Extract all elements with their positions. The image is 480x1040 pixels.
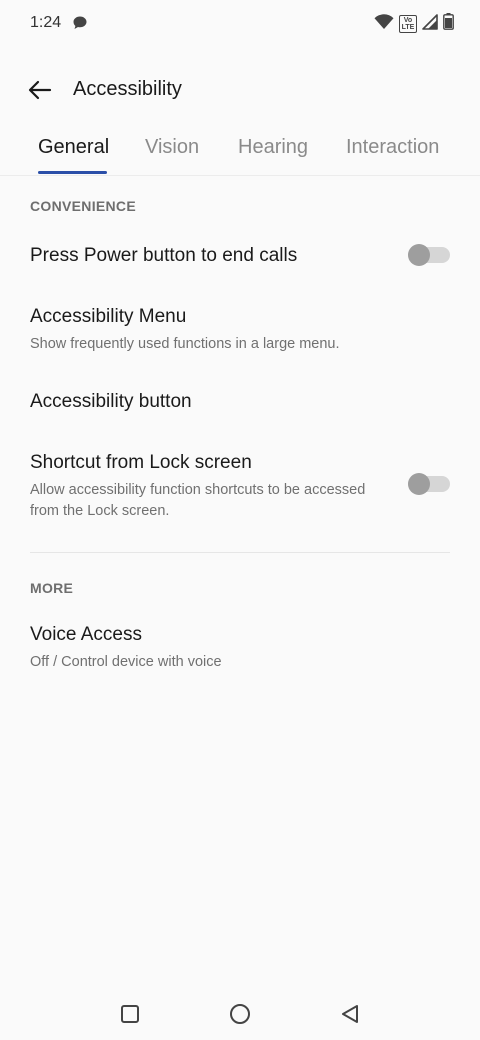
setting-title: Accessibility button [30, 391, 192, 412]
section-divider [30, 552, 450, 553]
accessibility-screen: 1:24 Vo LTE Accessibility General Vision… [0, 0, 480, 1040]
recents-square-icon [121, 1005, 139, 1023]
recents-button[interactable] [116, 1000, 144, 1028]
setting-subtitle: Show frequently used functions in a larg… [30, 336, 340, 352]
back-triangle-icon [342, 1005, 358, 1023]
setting-title: Accessibility Menu [30, 306, 187, 327]
setting-subtitle: Off / Control device with voice [30, 654, 222, 670]
setting-shortcut-lock-screen[interactable]: Shortcut from Lock screen Allow accessib… [0, 442, 480, 530]
setting-accessibility-button[interactable]: Accessibility button [0, 378, 480, 428]
home-button[interactable] [226, 1000, 254, 1028]
section-header-convenience: CONVENIENCE [30, 198, 136, 214]
message-icon [72, 15, 88, 36]
shortcut-lock-screen-toggle[interactable] [408, 473, 450, 495]
setting-title: Shortcut from Lock screen [30, 452, 252, 473]
navigation-bar [0, 988, 480, 1040]
tab-general[interactable]: General [38, 136, 109, 159]
power-end-calls-toggle[interactable] [408, 244, 450, 266]
back-nav-button[interactable] [336, 1000, 364, 1028]
section-header-more: MORE [30, 580, 74, 596]
wifi-icon [374, 13, 394, 35]
setting-press-power-end-calls[interactable]: Press Power button to end calls [0, 230, 480, 284]
status-time: 1:24 [30, 14, 62, 31]
signal-icon [422, 13, 438, 35]
setting-title: Press Power button to end calls [30, 245, 298, 266]
toggle-thumb [408, 473, 430, 495]
arrow-left-icon [28, 80, 52, 100]
app-bar: Accessibility [0, 62, 480, 118]
setting-voice-access[interactable]: Voice Access Off / Control device with v… [0, 614, 480, 680]
setting-subtitle: Allow accessibility function shortcuts t… [30, 482, 366, 519]
setting-title: Voice Access [30, 624, 142, 645]
battery-icon [443, 13, 454, 35]
volte-top-text: Vo [403, 17, 413, 24]
status-icons: Vo LTE [374, 13, 454, 35]
tab-interaction[interactable]: Interaction [346, 136, 439, 159]
active-tab-indicator [38, 171, 107, 174]
tab-vision[interactable]: Vision [145, 136, 199, 159]
setting-accessibility-menu[interactable]: Accessibility Menu Show frequently used … [0, 296, 480, 362]
toggle-thumb [408, 244, 430, 266]
volte-icon: Vo LTE [399, 15, 417, 33]
tab-bar: General Vision Hearing Interaction [0, 124, 480, 176]
page-title: Accessibility [73, 78, 182, 100]
status-bar: 1:24 Vo LTE [0, 0, 480, 46]
tab-hearing[interactable]: Hearing [238, 136, 308, 159]
volte-bottom-text: LTE [401, 24, 415, 31]
home-circle-icon [230, 1004, 250, 1024]
back-button[interactable] [22, 72, 58, 108]
